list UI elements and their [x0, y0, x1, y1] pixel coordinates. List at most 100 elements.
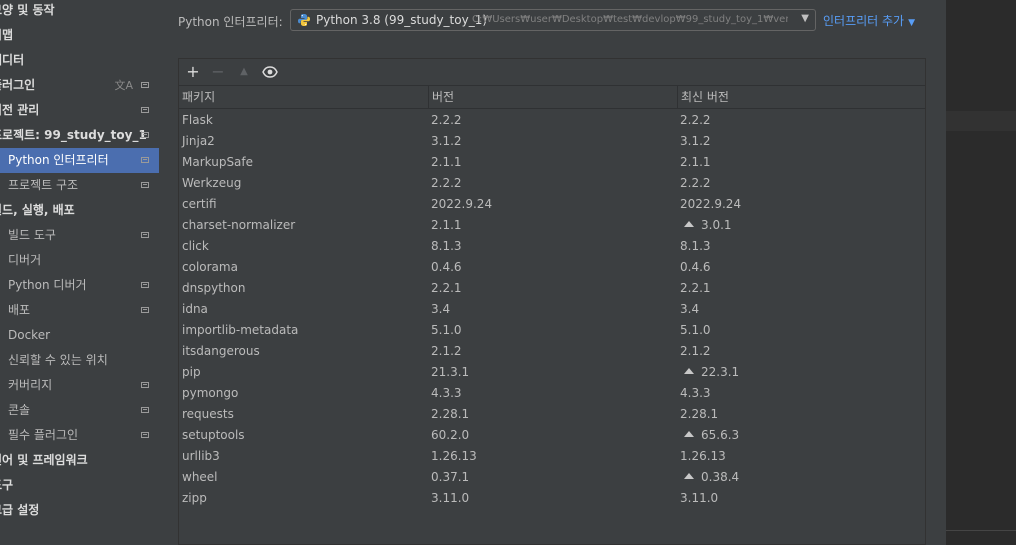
- package-table-body: Flask 2.2.2 2.2.2 Jinja2 3.1.2 3.1.2 MarkupSaf…: [179, 110, 925, 509]
- column-header-version[interactable]: 버전: [428, 86, 677, 108]
- package-version-cell-text: 2.2.2: [431, 176, 462, 190]
- package-latest-cell: 22.3.1: [680, 362, 739, 383]
- package-version-cell: 0.37.1: [431, 467, 469, 488]
- table-row[interactable]: wheel 0.37.1 0.38.4: [179, 467, 925, 488]
- table-row[interactable]: Flask 2.2.2 2.2.2: [179, 110, 925, 131]
- sidebar-item[interactable]: 도구: [0, 473, 159, 498]
- package-latest-cell-text: 2.1.1: [680, 155, 711, 169]
- package-version-cell-text: 3.4: [431, 302, 451, 316]
- table-row[interactable]: itsdangerous 2.1.2 2.1.2: [179, 341, 925, 362]
- table-row[interactable]: urllib3 1.26.13 1.26.13: [179, 446, 925, 467]
- add-interpreter-link[interactable]: 인터프리터 추가 ▼: [823, 12, 915, 29]
- table-row[interactable]: MarkupSafe 2.1.1 2.1.1: [179, 152, 925, 173]
- project-level-icon: [141, 107, 149, 113]
- add-package-button[interactable]: +: [183, 62, 203, 82]
- upgrade-available-icon: [684, 431, 694, 437]
- package-name-cell-text: MarkupSafe: [182, 155, 254, 169]
- package-name-cell-text: importlib-metadata: [182, 323, 299, 337]
- sidebar-item-label: 빌드 도구: [8, 228, 56, 242]
- package-version-cell-text: 21.3.1: [431, 365, 470, 379]
- sidebar-item[interactable]: Python 디버거: [0, 273, 159, 298]
- sidebar-item[interactable]: 버전 관리: [0, 98, 159, 123]
- sidebar-item[interactable]: 플러그인 文A: [0, 73, 159, 98]
- package-latest-cell: 3.11.0: [680, 488, 718, 509]
- package-version-cell: 3.1.2: [431, 131, 462, 152]
- package-latest-cell: 65.6.3: [680, 425, 739, 446]
- editor-background: [946, 0, 1016, 545]
- sidebar-item[interactable]: 빌드 도구: [0, 223, 159, 248]
- table-row[interactable]: certifi 2022.9.24 2022.9.24: [179, 194, 925, 215]
- python-icon: [298, 14, 310, 26]
- package-latest-cell: 0.4.6: [680, 257, 711, 278]
- table-row[interactable]: requests 2.28.1 2.28.1: [179, 404, 925, 425]
- remove-package-button[interactable]: −: [208, 62, 228, 82]
- project-level-icon: [141, 132, 149, 138]
- settings-content: Python 인터프리터: Python 3.8 (99_study_toy_1…: [159, 0, 946, 545]
- column-header-latest-version[interactable]: 최신 버전: [677, 86, 925, 108]
- sidebar-item[interactable]: 필수 플러그인: [0, 423, 159, 448]
- sidebar-item[interactable]: 신뢰할 수 있는 위치: [0, 348, 159, 373]
- package-latest-cell: 2.2.2: [680, 110, 711, 131]
- interpreter-select[interactable]: Python 3.8 (99_study_toy_1) C:₩Users₩use…: [290, 9, 816, 31]
- table-row[interactable]: Jinja2 3.1.2 3.1.2: [179, 131, 925, 152]
- sidebar-item[interactable]: 키맵: [0, 23, 159, 48]
- table-row[interactable]: pymongo 4.3.3 4.3.3: [179, 383, 925, 404]
- sidebar-item[interactable]: 프로젝트: 99_study_toy_1: [0, 123, 159, 148]
- package-latest-cell: 3.0.1: [680, 215, 732, 236]
- sidebar-item-label: 플러그인: [0, 78, 36, 92]
- package-version-cell: 5.1.0: [431, 320, 462, 341]
- column-header-package[interactable]: 패키지: [179, 86, 428, 108]
- package-latest-cell: 5.1.0: [680, 320, 711, 341]
- table-row[interactable]: Werkzeug 2.2.2 2.2.2: [179, 173, 925, 194]
- project-level-icon: [141, 82, 149, 88]
- package-latest-cell-text: 0.4.6: [680, 260, 711, 274]
- sidebar-item[interactable]: 콘솔: [0, 398, 159, 423]
- sidebar-item[interactable]: Python 인터프리터: [0, 148, 159, 173]
- package-version-cell: 2.28.1: [431, 404, 469, 425]
- package-name-cell-text: certifi: [182, 197, 217, 211]
- upgrade-package-button[interactable]: ▲: [234, 62, 254, 82]
- package-name-cell-text: setuptools: [182, 428, 245, 442]
- package-table-panel: + − ▲ 패키지 버전 최신 버전 Flask 2.2.2 2.2.2 Jinja2…: [178, 58, 926, 545]
- table-row[interactable]: colorama 0.4.6 0.4.6: [179, 257, 925, 278]
- package-name-cell: click: [182, 236, 209, 257]
- table-row[interactable]: charset-normalizer 2.1.1 3.0.1: [179, 215, 925, 236]
- sidebar-item[interactable]: 프로젝트 구조: [0, 173, 159, 198]
- package-version-cell-text: 2.1.1: [431, 155, 462, 169]
- package-version-cell-text: 1.26.13: [431, 449, 477, 463]
- table-row[interactable]: zipp 3.11.0 3.11.0: [179, 488, 925, 509]
- package-latest-cell: 2.2.2: [680, 173, 711, 194]
- package-name-cell: charset-normalizer: [182, 215, 295, 236]
- table-row[interactable]: dnspython 2.2.1 2.2.1: [179, 278, 925, 299]
- sidebar-item-label: 고급 설정: [0, 503, 40, 517]
- show-early-releases-button[interactable]: [260, 62, 280, 82]
- sidebar-item[interactable]: 배포: [0, 298, 159, 323]
- sidebar-item[interactable]: 모양 및 동작: [0, 0, 159, 23]
- package-name-cell-text: charset-normalizer: [182, 218, 296, 232]
- table-row[interactable]: idna 3.4 3.4: [179, 299, 925, 320]
- package-latest-cell-text: 3.0.1: [701, 218, 732, 232]
- interpreter-name: Python 3.8 (99_study_toy_1): [316, 13, 488, 27]
- table-row[interactable]: importlib-metadata 5.1.0 5.1.0: [179, 320, 925, 341]
- package-version-cell-text: 2.1.1: [431, 218, 462, 232]
- sidebar-item[interactable]: 커버리지: [0, 373, 159, 398]
- package-version-cell-text: 2.1.2: [431, 344, 462, 358]
- project-level-icon: [141, 232, 149, 238]
- sidebar-item-label: 에디터: [0, 53, 25, 67]
- sidebar-item[interactable]: 빌드, 실행, 배포: [0, 198, 159, 223]
- sidebar-item-label: 키맵: [0, 28, 14, 42]
- package-version-cell-text: 60.2.0: [431, 428, 470, 442]
- package-name-cell-text: wheel: [182, 470, 218, 484]
- table-row[interactable]: setuptools 60.2.0 65.6.3: [179, 425, 925, 446]
- package-version-cell-text: 2.2.1: [431, 281, 462, 295]
- sidebar-item[interactable]: 고급 설정: [0, 498, 159, 523]
- sidebar-item[interactable]: 언어 및 프레임워크: [0, 448, 159, 473]
- sidebar-item[interactable]: Docker: [0, 323, 159, 348]
- eye-icon: [262, 66, 278, 78]
- sidebar-item[interactable]: 디버거: [0, 248, 159, 273]
- table-row[interactable]: pip 21.3.1 22.3.1: [179, 362, 925, 383]
- package-name-cell: setuptools: [182, 425, 245, 446]
- sidebar-item[interactable]: 에디터: [0, 48, 159, 73]
- table-row[interactable]: click 8.1.3 8.1.3: [179, 236, 925, 257]
- project-level-icon: [141, 282, 149, 288]
